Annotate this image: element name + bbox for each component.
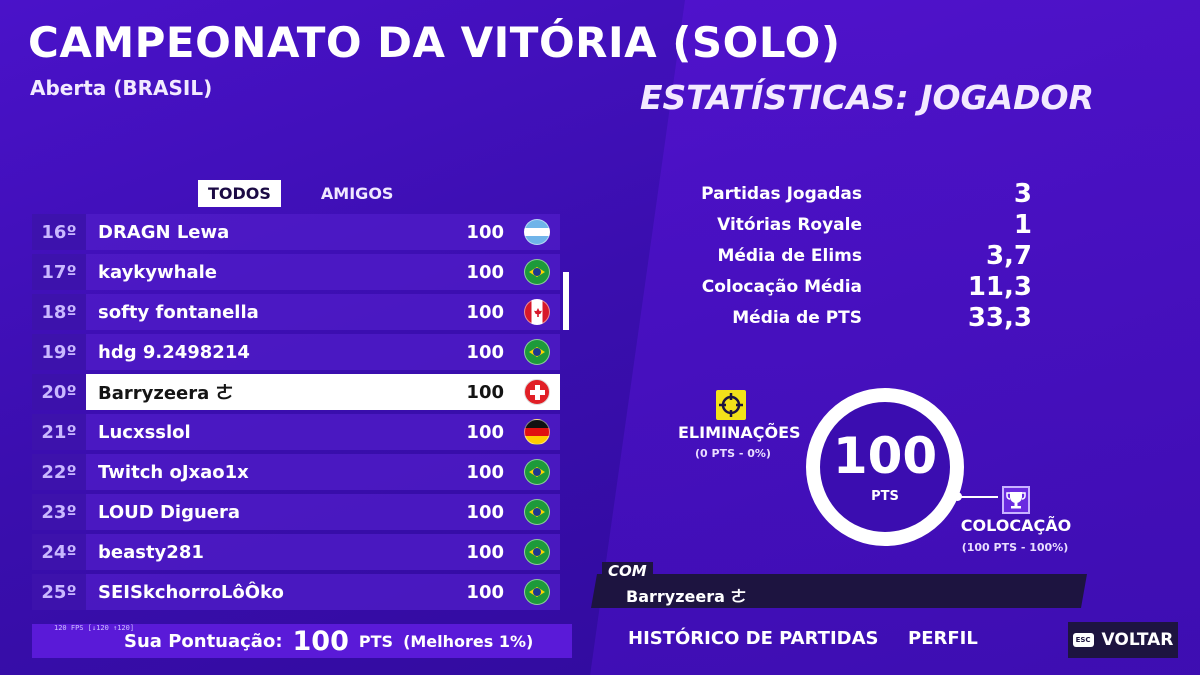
row-score: 100: [466, 341, 504, 363]
your-score-percentile: (Melhores 1%): [403, 631, 534, 651]
your-score-label: Sua Pontuação:: [124, 630, 283, 652]
leaderboard-row[interactable]: 21º Lucxsslol 100: [32, 414, 560, 450]
row-rank: 16º: [32, 214, 86, 250]
row-player-name: hdg 9.2498214: [98, 341, 250, 363]
total-points-ring: 100 PTS: [806, 388, 964, 546]
leaderboard-row[interactable]: 16º DRAGN Lewa 100: [32, 214, 560, 250]
row-score: 100: [466, 381, 504, 403]
leaderboard-row-current-player[interactable]: 20º Barryzeera ㄜ 100: [32, 374, 560, 410]
row-score: 100: [466, 301, 504, 323]
row-rank: 25º: [32, 574, 86, 610]
leaderboard-row[interactable]: 18º softy fontanella 100: [32, 294, 560, 330]
stat-value: 3: [1013, 179, 1032, 209]
row-rank: 22º: [32, 454, 86, 490]
your-score-unit: PTS: [358, 631, 394, 651]
placement-label: COLOCAÇÃO: [960, 516, 1072, 535]
row-rank: 21º: [32, 414, 86, 450]
your-score-value: 100: [292, 625, 349, 657]
row-rank: 17º: [32, 254, 86, 290]
row-score: 100: [466, 221, 504, 243]
row-player-name: Barryzeera ㄜ: [98, 383, 234, 404]
profile-button[interactable]: PERFIL: [908, 628, 978, 649]
leaderboard-row[interactable]: 23º LOUD Diguera 100: [32, 494, 560, 530]
back-button-label: VOLTAR: [1101, 630, 1174, 650]
row-score: 100: [466, 541, 504, 563]
leaderboard-row[interactable]: 24º beasty281 100: [32, 534, 560, 570]
flag-brazil-icon: [524, 339, 550, 365]
stat-label: Média de PTS: [732, 308, 862, 328]
stat-average-placement: Colocação Média 11,3: [690, 272, 1050, 302]
stat-matches-played: Partidas Jogadas 3: [690, 179, 1050, 209]
total-points-value: 100: [832, 426, 938, 485]
stats-heading: ESTATÍSTICAS: JOGADOR: [640, 78, 1095, 117]
page-title: CAMPEONATO DA VITÓRIA (SOLO): [28, 18, 841, 67]
stat-value: 3,7: [985, 241, 1032, 271]
row-score: 100: [466, 581, 504, 603]
leaderboard-row[interactable]: 17º kaykywhale 100: [32, 254, 560, 290]
flag-brazil-icon: [524, 499, 550, 525]
row-rank: 24º: [32, 534, 86, 570]
eliminations-points: (0 PTS - 0%): [695, 447, 771, 460]
stat-value: 33,3: [967, 303, 1032, 333]
back-button[interactable]: ESC VOLTAR: [1068, 622, 1178, 658]
trophy-icon: [1002, 486, 1030, 514]
stat-label: Partidas Jogadas: [701, 184, 862, 204]
row-rank: 20º: [32, 374, 86, 410]
page-subtitle: Aberta (BRASIL): [30, 76, 213, 100]
fps-overlay: 120 FPS [↓120 ↑120]: [54, 624, 135, 632]
tab-todos[interactable]: TODOS: [198, 180, 281, 207]
row-score: 100: [466, 261, 504, 283]
placement-points: (100 PTS - 100%): [961, 541, 1069, 554]
leaderboard-row[interactable]: 19º hdg 9.2498214 100: [32, 334, 560, 370]
row-player-name: beasty281: [98, 541, 204, 563]
flag-brazil-icon: [524, 459, 550, 485]
row-score: 100: [466, 501, 504, 523]
esc-key-icon: ESC: [1072, 633, 1094, 647]
row-player-name: DRAGN Lewa: [98, 221, 230, 243]
row-player-name: LOUD Diguera: [98, 501, 240, 523]
row-rank: 23º: [32, 494, 86, 530]
leaderboard-row[interactable]: 25º SEISkchorroLôÔko 100: [32, 574, 560, 610]
leaderboard-row[interactable]: 22º Twitch oJxao1x 100: [32, 454, 560, 490]
flag-brazil-icon: [524, 259, 550, 285]
teammate-tag: COM: [602, 562, 653, 580]
connector-line: [958, 496, 998, 498]
row-score: 100: [466, 461, 504, 483]
match-history-button[interactable]: HISTÓRICO DE PARTIDAS: [628, 628, 878, 649]
leaderboard-tabs: TODOS AMIGOS: [198, 180, 403, 207]
crosshair-icon: [716, 390, 746, 420]
total-points-unit: PTS: [871, 488, 899, 504]
flag-brazil-icon: [524, 579, 550, 605]
stat-victory-royales: Vitórias Royale 1: [690, 210, 1050, 240]
row-rank: 19º: [32, 334, 86, 370]
row-player-name: SEISkchorroLôÔko: [98, 581, 284, 603]
stat-label: Colocação Média: [701, 277, 862, 297]
flag-germany-icon: [524, 419, 550, 445]
leaderboard: 16º DRAGN Lewa 100 17º kaykywhale 100 18…: [32, 214, 560, 626]
flag-canada-icon: [524, 299, 550, 325]
leaderboard-scrollbar[interactable]: [563, 272, 569, 330]
row-player-name: kaykywhale: [98, 261, 217, 283]
row-player-name: Twitch oJxao1x: [98, 461, 249, 483]
stat-label: Vitórias Royale: [717, 215, 862, 235]
stat-value: 1: [1013, 210, 1032, 240]
stat-label: Média de Elims: [717, 246, 862, 266]
row-score: 100: [466, 421, 504, 443]
eliminations-label: ELIMINAÇÕES: [678, 423, 801, 442]
row-player-name: Lucxsslol: [98, 421, 191, 443]
flag-argentina-icon: [524, 219, 550, 245]
stat-value: 11,3: [967, 272, 1032, 302]
row-rank: 18º: [32, 294, 86, 330]
flag-brazil-icon: [524, 539, 550, 565]
row-player-name: softy fontanella: [98, 301, 259, 323]
stat-average-points: Média de PTS 33,3: [690, 303, 1050, 333]
tab-amigos[interactable]: AMIGOS: [311, 180, 404, 207]
stat-average-elims: Média de Elims 3,7: [690, 241, 1050, 271]
teammate-name: Barryzeera ㄜ: [626, 587, 747, 606]
flag-switzerland-icon: [524, 379, 550, 405]
